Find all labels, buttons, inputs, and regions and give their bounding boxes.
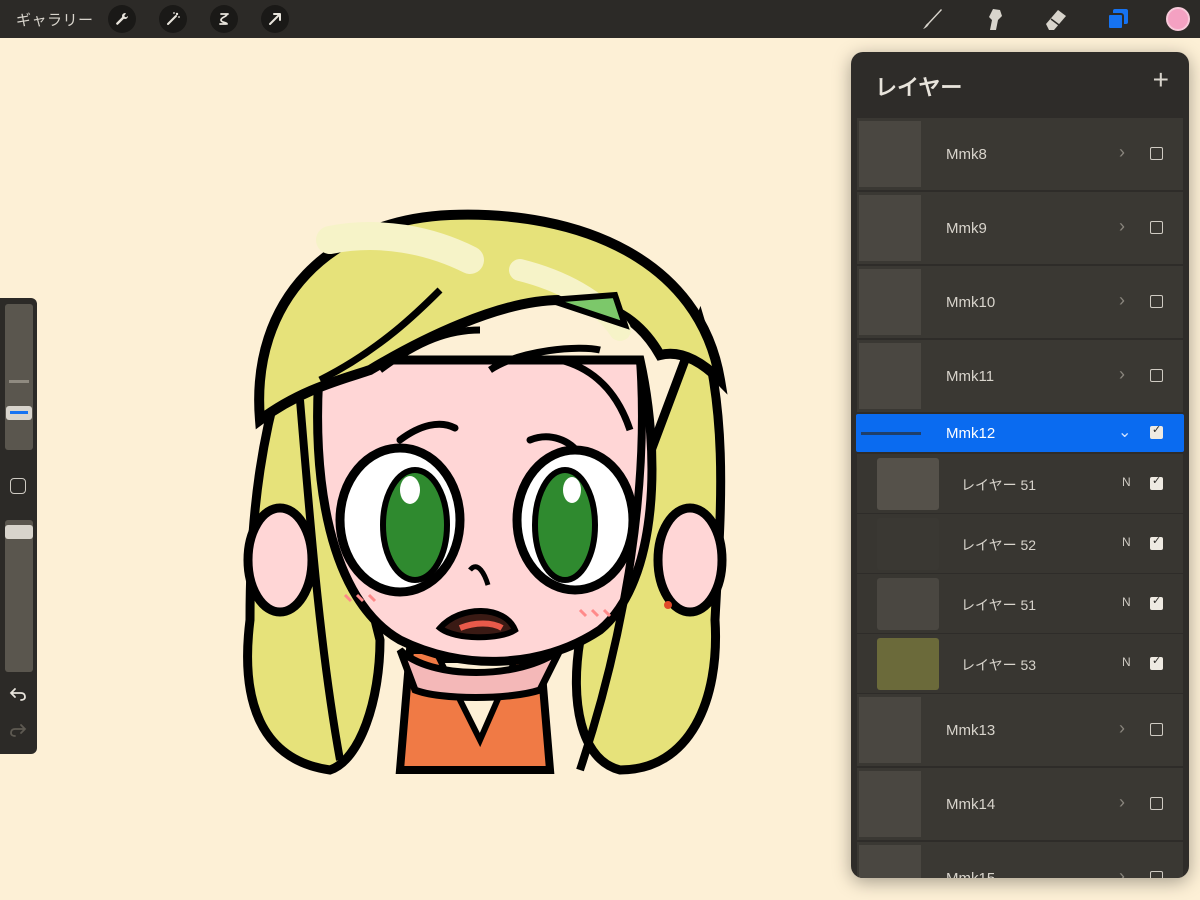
blend-mode[interactable]: N (1122, 655, 1131, 669)
layer-row[interactable]: レイヤー 53 N (857, 634, 1183, 693)
layer-name: Mmk15 (946, 870, 995, 878)
slider-tick (9, 380, 29, 383)
layers-tool-button[interactable] (1104, 5, 1132, 33)
visibility-checkbox[interactable] (1150, 295, 1163, 308)
layer-thumbnail (859, 343, 921, 409)
chevron-right-icon[interactable]: › (1119, 142, 1125, 163)
left-sidebar (0, 298, 37, 754)
blend-mode[interactable]: N (1122, 475, 1131, 489)
chevron-right-icon[interactable]: › (1119, 364, 1125, 385)
layer-thumbnail (859, 121, 921, 187)
group-thumbnail-line (861, 432, 921, 435)
layer-thumbnail (859, 195, 921, 261)
layer-name: Mmk11 (946, 368, 995, 385)
layers-title: レイヤー (875, 75, 963, 100)
actions-button[interactable] (107, 5, 136, 33)
visibility-checkbox[interactable] (1150, 369, 1163, 382)
eraser-icon (1046, 10, 1066, 30)
layer-name: Mmk9 (946, 220, 987, 237)
layer-group-row[interactable]: Mmk11 › (857, 340, 1183, 412)
layer-name: Mmk13 (946, 722, 996, 739)
visibility-checkbox[interactable] (1150, 797, 1163, 810)
undo-icon[interactable] (9, 686, 27, 702)
layers-panel: レイヤー + Mmk8 › Mmk9 › Mmk10 › Mmk11 › Mmk… (851, 52, 1189, 878)
magic-wand-icon (166, 12, 180, 25)
wrench-icon (115, 13, 128, 25)
visibility-checkbox[interactable] (1150, 534, 1163, 550)
layer-group-row[interactable]: Mmk8 › (857, 118, 1183, 190)
layer-row[interactable]: レイヤー 51 N (857, 454, 1183, 513)
gallery-button[interactable]: ギャラリー (16, 9, 94, 30)
eraser-tool-button[interactable] (1042, 5, 1070, 33)
layer-name: レイヤー 53 (961, 657, 1037, 673)
layer-group-row[interactable]: Mmk15 › (857, 842, 1183, 878)
layer-group-row[interactable]: Mmk9 › (857, 192, 1183, 264)
opacity-handle[interactable] (5, 525, 33, 539)
chevron-right-icon[interactable]: › (1119, 216, 1125, 237)
layer-name: Mmk10 (946, 294, 996, 311)
layer-thumbnail (859, 697, 921, 763)
opacity-slider[interactable] (5, 520, 33, 672)
layer-thumbnail (877, 518, 939, 570)
chevron-down-icon[interactable]: ⌄ (1118, 422, 1131, 442)
layer-thumbnail (859, 269, 921, 335)
adjustments-button[interactable] (158, 5, 187, 33)
layer-name: レイヤー 51 (961, 477, 1037, 493)
chevron-right-icon[interactable]: › (1119, 792, 1125, 813)
transform-arrow-icon (268, 13, 281, 25)
smudge-icon (989, 9, 1002, 30)
selection-button[interactable] (209, 5, 238, 33)
blend-mode[interactable]: N (1122, 595, 1131, 609)
visibility-checkbox[interactable] (1150, 423, 1163, 439)
layer-name: レイヤー 51 (961, 597, 1037, 613)
visibility-checkbox[interactable] (1150, 654, 1163, 670)
chevron-right-icon[interactable]: › (1119, 866, 1125, 878)
color-picker-button[interactable] (1166, 7, 1190, 31)
layer-row[interactable]: レイヤー 52 N (857, 514, 1183, 573)
layer-name: レイヤー 52 (961, 537, 1037, 553)
layer-thumbnail (877, 578, 939, 630)
brush-size-slider[interactable] (5, 304, 33, 450)
modify-button[interactable] (10, 478, 26, 494)
layer-thumbnail (859, 771, 921, 837)
visibility-checkbox[interactable] (1150, 147, 1163, 160)
right-toolset (918, 0, 1200, 38)
layer-thumbnail (877, 638, 939, 690)
redo-icon[interactable] (9, 722, 27, 738)
brush-tool-button[interactable] (918, 5, 946, 33)
selection-icon (218, 13, 229, 25)
add-layer-button[interactable]: + (1153, 66, 1169, 94)
transform-button[interactable] (260, 5, 289, 33)
layer-row[interactable]: レイヤー 51 N (857, 574, 1183, 633)
smudge-tool-button[interactable] (980, 5, 1008, 33)
visibility-checkbox[interactable] (1150, 871, 1163, 878)
selected-layer-group[interactable]: Mmk12 ⌄ (856, 414, 1184, 452)
layers-icon (1107, 9, 1128, 30)
visibility-checkbox[interactable] (1150, 221, 1163, 234)
layer-thumbnail (877, 458, 939, 510)
visibility-checkbox[interactable] (1150, 474, 1163, 490)
layer-name: Mmk8 (946, 146, 987, 163)
layer-name: Mmk12 (946, 425, 996, 442)
brush-size-handle[interactable] (6, 406, 32, 420)
visibility-checkbox[interactable] (1150, 594, 1163, 610)
brush-icon (923, 9, 942, 29)
top-toolbar: ギャラリー (0, 0, 1200, 38)
layer-thumbnail (859, 845, 921, 878)
layer-group-row[interactable]: Mmk14 › (857, 768, 1183, 840)
layer-group-row[interactable]: Mmk10 › (857, 266, 1183, 338)
visibility-checkbox[interactable] (1150, 723, 1163, 736)
blend-mode[interactable]: N (1122, 535, 1131, 549)
layer-name: Mmk14 (946, 796, 996, 813)
layer-group-row[interactable]: Mmk13 › (857, 694, 1183, 766)
chevron-right-icon[interactable]: › (1119, 718, 1125, 739)
chevron-right-icon[interactable]: › (1119, 290, 1125, 311)
